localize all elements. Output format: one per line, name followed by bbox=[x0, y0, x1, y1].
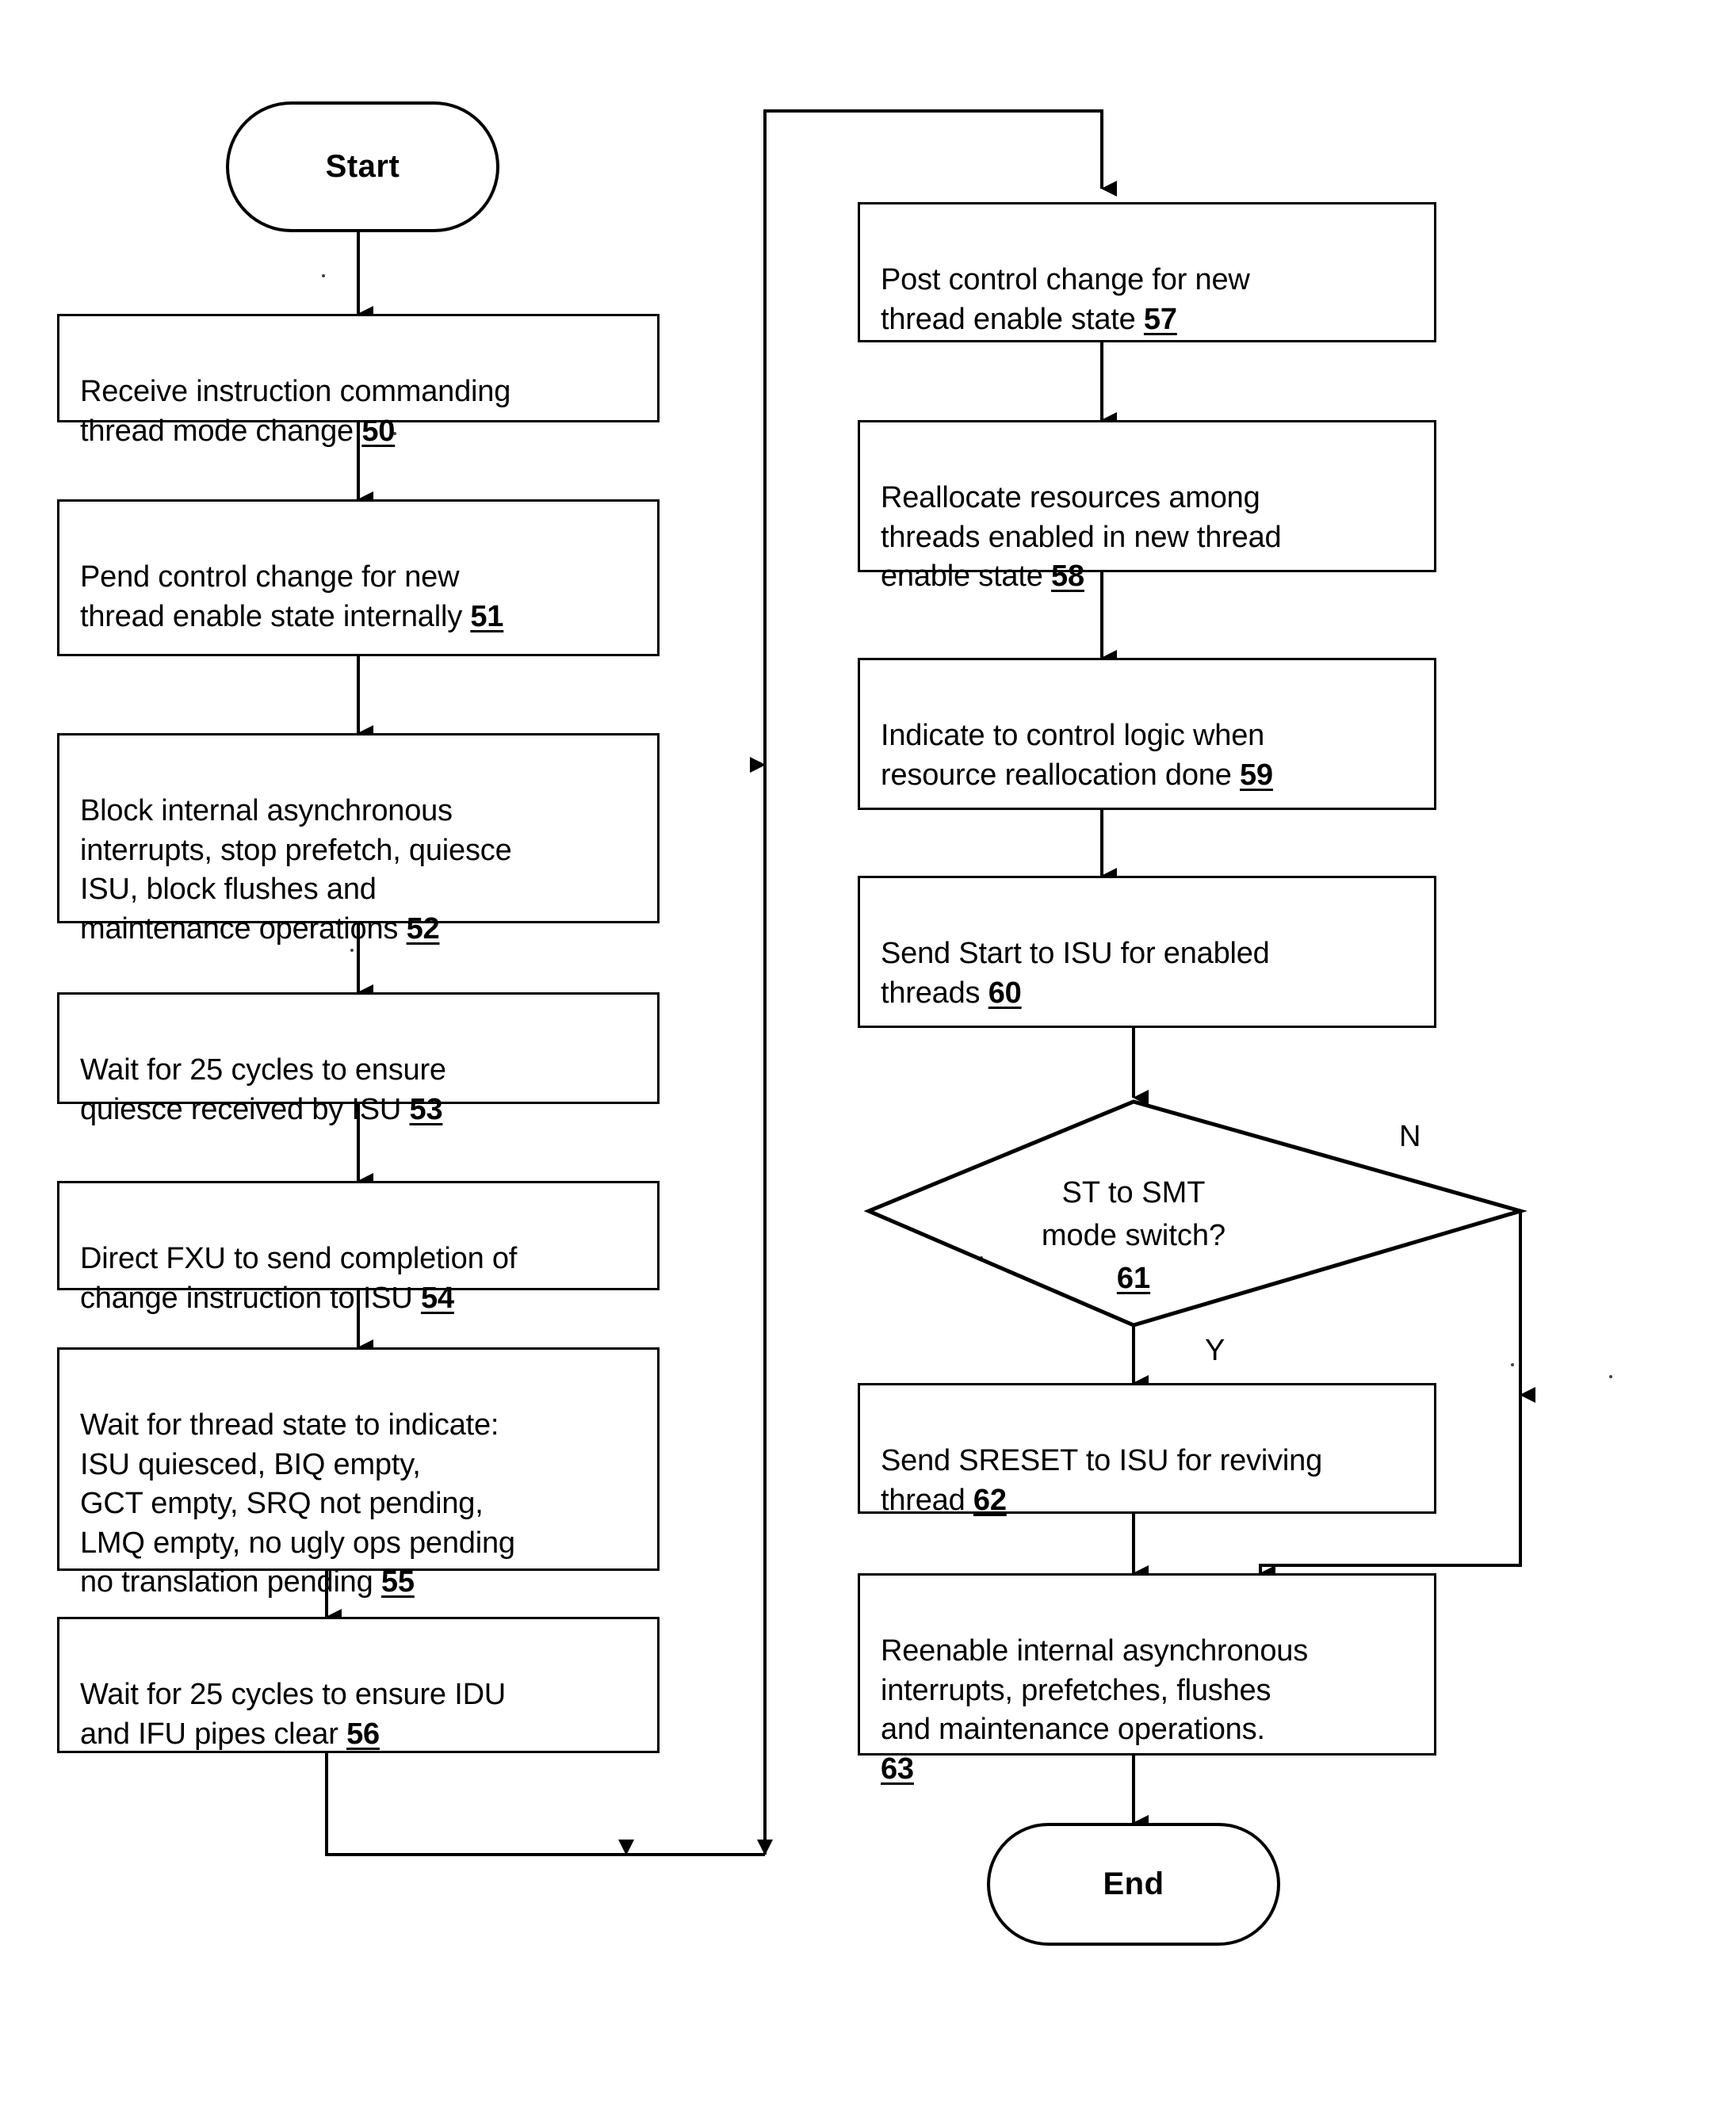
process-box-55: Wait for thread state to indicate: ISU q… bbox=[57, 1347, 660, 1599]
process-box-56-ref: 56 bbox=[346, 1717, 380, 1751]
process-box-60: Send Start to ISU for enabled threads 60 bbox=[858, 876, 1436, 1028]
process-box-60-text: Send Start to ISU for enabled threads bbox=[881, 937, 1270, 1010]
process-box-50: Receive instruction commanding thread mo… bbox=[57, 314, 660, 448]
process-box-57-text: Post control change for new thread enabl… bbox=[881, 263, 1250, 336]
process-box-53: Wait for 25 cycles to ensure quiesce rec… bbox=[57, 992, 660, 1126]
flowchart-figure: Start End Receive instruction commanding… bbox=[0, 0, 1736, 2109]
edge-56-to-loop bbox=[325, 1753, 773, 1856]
process-box-53-ref: 53 bbox=[409, 1092, 443, 1126]
process-box-63: Reenable internal asynchronous interrupt… bbox=[858, 1573, 1436, 1786]
process-box-55-text: Wait for thread state to indicate: ISU q… bbox=[80, 1408, 515, 1599]
scan-speck bbox=[980, 1256, 983, 1259]
terminal-end: End bbox=[987, 1823, 1280, 1946]
scan-speck bbox=[1511, 1363, 1514, 1366]
process-box-57-ref: 57 bbox=[1143, 302, 1177, 336]
process-box-62-text: Send SRESET to ISU for reviving thread bbox=[881, 1444, 1323, 1517]
process-box-59: Indicate to control logic when resource … bbox=[858, 658, 1436, 810]
process-box-62: Send SRESET to ISU for reviving thread 6… bbox=[858, 1383, 1436, 1517]
process-box-57: Post control change for new thread enabl… bbox=[858, 202, 1436, 342]
decision-diamond-61 bbox=[863, 1099, 1528, 1328]
process-box-63-ref: 63 bbox=[881, 1752, 914, 1786]
scan-speck bbox=[1609, 1375, 1612, 1378]
process-box-63-text: Reenable internal asynchronous interrupt… bbox=[881, 1634, 1309, 1747]
process-box-58-ref: 58 bbox=[1051, 560, 1084, 594]
process-box-52-ref: 52 bbox=[406, 911, 440, 946]
process-box-52-text: Block internal asynchronous interrupts, … bbox=[80, 794, 512, 946]
process-box-50-ref: 50 bbox=[361, 414, 396, 448]
process-box-59-text: Indicate to control logic when resource … bbox=[881, 719, 1265, 792]
branch-label-no: N bbox=[1399, 1121, 1421, 1152]
process-box-59-ref: 59 bbox=[1240, 758, 1273, 792]
process-box-56-text: Wait for 25 cycles to ensure IDU and IFU… bbox=[80, 1678, 507, 1751]
scan-speck bbox=[322, 274, 325, 277]
process-box-53-text: Wait for 25 cycles to ensure quiesce rec… bbox=[80, 1053, 446, 1126]
scan-speck bbox=[350, 949, 354, 952]
branch-label-no-text: N bbox=[1399, 1120, 1421, 1153]
process-box-56: Wait for 25 cycles to ensure IDU and IFU… bbox=[57, 1617, 660, 1753]
terminal-end-label: End bbox=[1103, 1866, 1164, 1901]
process-box-51-text: Pend control change for new thread enabl… bbox=[80, 560, 462, 633]
process-box-51-ref: 51 bbox=[470, 599, 504, 633]
process-box-51: Pend control change for new thread enabl… bbox=[57, 499, 660, 656]
terminal-start-label: Start bbox=[325, 149, 400, 184]
process-box-52: Block internal asynchronous interrupts, … bbox=[57, 733, 660, 946]
process-box-58: Reallocate resources among threads enabl… bbox=[858, 420, 1436, 593]
process-box-62-ref: 62 bbox=[973, 1483, 1007, 1517]
process-box-60-ref: 60 bbox=[988, 976, 1022, 1010]
process-box-54: Direct FXU to send completion of change … bbox=[57, 1181, 660, 1315]
branch-label-yes: Y bbox=[1205, 1335, 1225, 1366]
branch-label-yes-text: Y bbox=[1205, 1334, 1226, 1367]
terminal-start: Start bbox=[226, 101, 499, 232]
process-box-54-ref: 54 bbox=[420, 1281, 454, 1315]
process-box-55-ref: 55 bbox=[380, 1565, 415, 1599]
